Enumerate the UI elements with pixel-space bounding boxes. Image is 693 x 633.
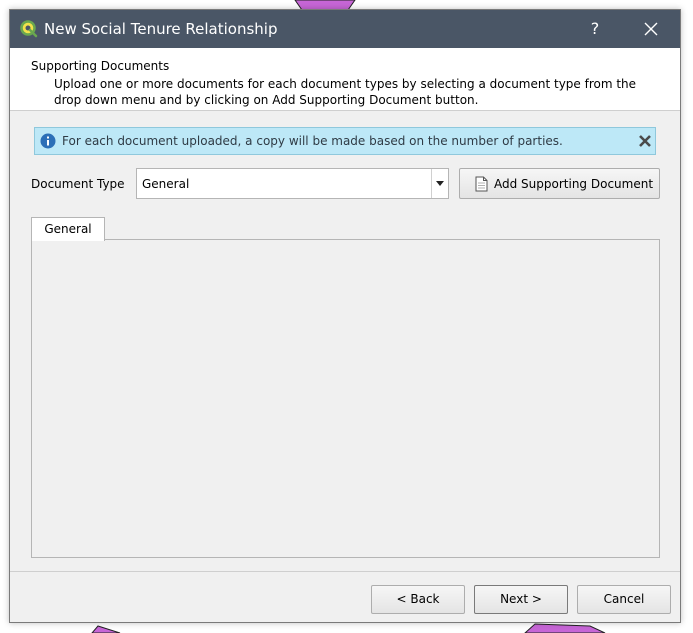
document-icon [475,176,488,192]
close-icon [644,22,658,36]
cancel-button-label: Cancel [603,592,645,606]
next-button-label: Next > [500,592,542,606]
new-str-dialog: New Social Tenure Relationship ? Support… [9,9,681,623]
info-message: For each document uploaded, a copy will … [62,134,563,148]
tab-panel-general [31,239,660,558]
window-close-button[interactable] [628,10,674,48]
page-description: Upload one or more documents for each do… [54,77,637,107]
info-message-bar: For each document uploaded, a copy will … [34,127,656,155]
close-icon[interactable] [638,134,652,148]
title-bar[interactable]: New Social Tenure Relationship ? [10,10,680,48]
add-supporting-document-button[interactable]: Add Supporting Document [459,168,660,199]
wizard-header: Supporting Documents Upload one or more … [10,48,680,111]
page-title: Supporting Documents [31,59,170,73]
cancel-button[interactable]: Cancel [577,585,671,614]
qgis-icon [20,20,38,38]
footer-divider [10,571,680,572]
info-icon [40,133,56,149]
window-title: New Social Tenure Relationship [44,20,278,38]
document-type-label: Document Type [31,177,125,191]
next-button[interactable]: Next > [474,585,568,614]
back-button-label: < Back [396,592,440,606]
chevron-down-icon [436,181,444,186]
dropdown-arrow[interactable] [431,169,448,198]
help-button[interactable]: ? [572,10,618,48]
document-type-value: General [142,177,190,191]
back-button[interactable]: < Back [371,585,465,614]
tab-general[interactable]: General [31,217,105,241]
add-supporting-document-label: Add Supporting Document [494,177,654,191]
tab-general-label: General [44,222,92,236]
document-type-select[interactable]: General [136,168,449,199]
